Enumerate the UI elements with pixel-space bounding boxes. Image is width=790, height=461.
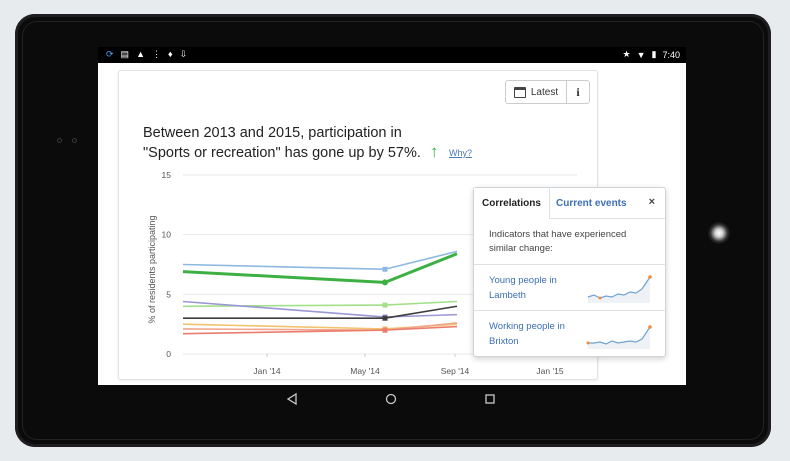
close-icon[interactable]: ×	[649, 196, 655, 208]
latest-button-label: Latest	[530, 86, 559, 98]
image-icon: ▤	[120, 49, 130, 59]
latest-button[interactable]: Latest	[505, 80, 567, 104]
info-button[interactable]: i	[566, 80, 590, 104]
y-tick-label: 15	[162, 170, 172, 180]
home-circle-icon[interactable]	[384, 392, 398, 406]
y-tick-label: 0	[166, 349, 171, 359]
sensor-dot	[57, 138, 62, 143]
correlation-item-label: Working people in Brixton	[489, 321, 565, 347]
x-tick-label: Jan '15	[536, 366, 563, 376]
popover-description: Indicators that have experienced similar…	[489, 229, 627, 254]
x-tick-label: May '14	[350, 366, 380, 376]
recents-square-icon[interactable]	[483, 392, 497, 406]
series-point	[382, 266, 388, 272]
android-icon: ▲	[136, 49, 145, 59]
battery-icon: ▮	[651, 49, 657, 59]
series-point	[382, 315, 388, 321]
x-tick-label: Jan '14	[253, 366, 280, 376]
calendar-icon	[513, 86, 526, 98]
y-tick-label: 10	[162, 230, 172, 240]
status-bar: ⟳ ▤ ▲ ⋮ ♦ ⇩ ★ ▼ ▮ 7:40	[98, 47, 686, 63]
y-tick-label: 5	[166, 289, 171, 299]
twitter-icon: ♦	[167, 49, 173, 59]
device-screen: ⟳ ▤ ▲ ⋮ ♦ ⇩ ★ ▼ ▮ 7:40 Latest i Between …	[98, 47, 686, 385]
series-point	[382, 279, 388, 286]
status-time: 7:40	[662, 49, 680, 60]
up-arrow-icon: ↑	[430, 142, 439, 161]
star-icon: ★	[622, 49, 631, 59]
series-point	[382, 327, 388, 333]
series-line	[182, 250, 458, 271]
why-link[interactable]: Why?	[449, 148, 472, 158]
tab-current-events[interactable]: Current events	[556, 188, 627, 219]
sparkline	[587, 275, 652, 303]
menu-icon: ⋮	[151, 49, 161, 59]
correlation-item-label: Young people in Lambeth	[489, 275, 557, 301]
sparkline	[586, 325, 652, 349]
android-nav-bar	[98, 386, 686, 414]
correlations-popover: Correlations Current events × Indicators…	[473, 187, 667, 357]
info-icon: i	[576, 84, 580, 99]
wifi-icon: ▼	[636, 49, 646, 60]
front-camera-glare	[708, 222, 730, 244]
headline-line-1: Between 2013 and 2015, participation in	[143, 125, 402, 141]
x-tick-label: Sep '14	[441, 366, 470, 376]
series-point	[382, 302, 388, 308]
tab-correlations[interactable]: Correlations	[474, 188, 550, 219]
download-icon: ⇩	[179, 49, 188, 59]
sensor-dot	[72, 138, 77, 143]
indicator-card: Latest i Between 2013 and 2015, particip…	[118, 70, 667, 380]
correlation-item[interactable]: Working people in Brixton	[474, 310, 667, 356]
sync-icon: ⟳	[106, 49, 114, 59]
back-triangle-icon[interactable]	[285, 392, 299, 406]
y-axis-label: % of residents participating	[147, 215, 157, 323]
popover-tabs: Correlations Current events ×	[474, 188, 665, 219]
correlation-item[interactable]: Young people in Lambeth	[474, 264, 667, 310]
